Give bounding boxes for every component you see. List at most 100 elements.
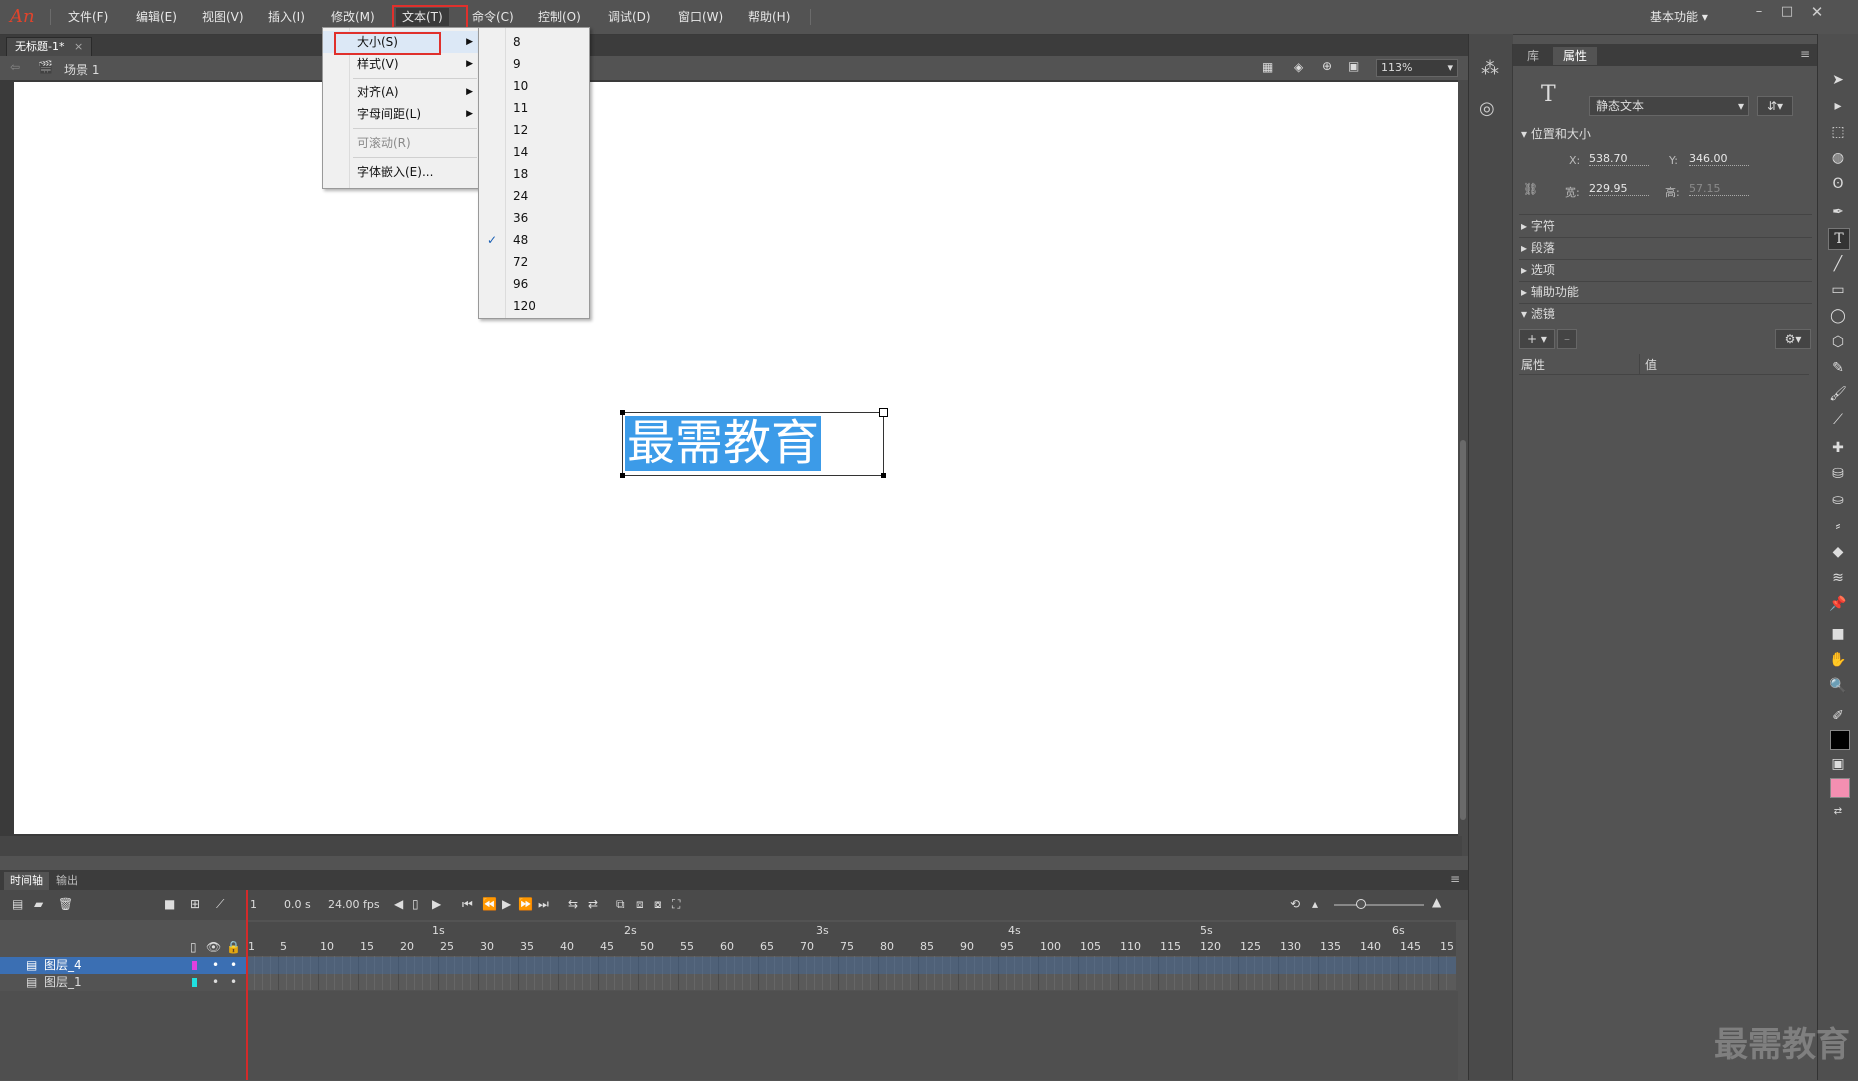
eraser-tool-icon[interactable]: ◆	[1828, 542, 1848, 562]
delete-layer-icon[interactable]: 🗑	[58, 897, 73, 911]
scroll-thumb[interactable]	[1460, 440, 1466, 820]
text-tool-icon[interactable]: T	[1828, 228, 1850, 250]
size-option[interactable]: 96	[479, 273, 589, 295]
hand-tool-icon[interactable]: ✋	[1828, 650, 1848, 670]
camera-tool-icon[interactable]: ■	[1828, 624, 1848, 644]
camera-icon[interactable]: ■	[164, 897, 175, 911]
lock-dot[interactable]: •	[230, 957, 237, 974]
lasso-tool-icon[interactable]: ʘ	[1828, 174, 1848, 194]
workspace-switcher[interactable]: 基本功能 ▾	[1650, 8, 1708, 25]
maximize-button[interactable]: □	[1776, 4, 1798, 20]
fill-color-icon[interactable]: ▣	[1828, 754, 1848, 774]
document-tab[interactable]: 无标题-1* ×	[6, 37, 93, 56]
pin-tool-icon[interactable]: 📌	[1828, 594, 1848, 614]
edit-scene-icon[interactable]: ▦	[1262, 60, 1273, 74]
subselection-tool-icon[interactable]: ▸	[1828, 96, 1848, 116]
pen-tool-icon[interactable]: ✒	[1828, 202, 1848, 222]
menu-window[interactable]: 窗口(W)	[672, 8, 729, 26]
panel-menu-icon[interactable]: ≡	[1800, 47, 1810, 61]
resize-handle[interactable]	[879, 408, 888, 417]
minimize-button[interactable]: –	[1748, 4, 1770, 20]
polystar-tool-icon[interactable]: ⬡	[1828, 332, 1848, 352]
tab-library[interactable]: 库	[1521, 47, 1545, 65]
menu-control[interactable]: 控制(O)	[532, 8, 587, 26]
insert-keyframe-icon[interactable]: ▯	[412, 897, 419, 911]
clip-content-icon[interactable]: ▣	[1348, 59, 1359, 73]
size-option[interactable]: 11	[479, 97, 589, 119]
menu-insert[interactable]: 插入(I)	[262, 8, 311, 26]
3d-rotation-tool-icon[interactable]: ◍	[1828, 148, 1848, 168]
filter-settings-button[interactable]: ⚙▾	[1775, 329, 1811, 349]
new-layer-icon[interactable]: ▤	[12, 897, 23, 911]
section-accessibility[interactable]: ▸ 辅助功能	[1521, 282, 1579, 302]
new-folder-icon[interactable]: ▰	[34, 897, 43, 911]
vertical-scrollbar[interactable]	[1458, 80, 1468, 856]
link-icon[interactable]: ⛓	[1523, 182, 1538, 196]
size-option[interactable]: 8	[479, 31, 589, 53]
resize-handle[interactable]	[620, 410, 625, 415]
line-tool-icon[interactable]: ╱	[1828, 254, 1848, 274]
play-icon[interactable]: ▶	[502, 897, 511, 911]
selected-text[interactable]: 最需教育	[625, 416, 822, 471]
selection-tool-icon[interactable]: ➤	[1828, 70, 1848, 90]
graph-icon[interactable]: ⟋	[216, 897, 224, 912]
oval-tool-icon[interactable]: ◯	[1828, 306, 1848, 326]
panel-menu-icon[interactable]: ≡	[1450, 872, 1460, 886]
x-field[interactable]	[1589, 152, 1649, 166]
previous-keyframe-icon[interactable]: ◀	[394, 897, 403, 911]
size-option[interactable]: 12	[479, 119, 589, 141]
ink-bottle-icon[interactable]: ⛀	[1828, 490, 1848, 510]
motion-presets-icon[interactable]: ⁂	[1481, 58, 1499, 79]
size-option[interactable]: 72	[479, 251, 589, 273]
rectangle-tool-icon[interactable]: ▭	[1828, 280, 1848, 300]
next-keyframe-icon[interactable]: ▶	[432, 897, 441, 911]
lock-dot[interactable]: •	[230, 974, 237, 991]
text-field[interactable]: 最需教育	[620, 408, 888, 478]
close-window-button[interactable]: ✕	[1806, 4, 1828, 20]
resize-handle[interactable]	[881, 473, 886, 478]
menu-file[interactable]: 文件(F)	[62, 8, 114, 26]
size-option[interactable]: 10	[479, 75, 589, 97]
resize-handle[interactable]	[620, 473, 625, 478]
section-filters[interactable]: ▾ 滤镜	[1521, 304, 1555, 324]
swap-colors-icon[interactable]: ⇄	[1828, 802, 1848, 822]
pencil-tool-icon[interactable]: ✎	[1828, 358, 1848, 378]
menu-edit[interactable]: 编辑(E)	[130, 8, 183, 26]
bone-tool-icon[interactable]: ✚	[1828, 438, 1848, 458]
layer-name[interactable]: 图层_4	[44, 957, 82, 974]
layer-name[interactable]: 图层_1	[44, 974, 82, 991]
text-type-select[interactable]: 静态文本 ▾	[1589, 96, 1749, 116]
width-tool-icon[interactable]: ≋	[1828, 568, 1848, 588]
y-field[interactable]	[1689, 152, 1749, 166]
center-stage-icon[interactable]: ⊕	[1322, 59, 1332, 73]
tab-properties[interactable]: 属性	[1553, 47, 1598, 65]
layer-row[interactable]: ▤ 图层_1 • •	[0, 974, 246, 991]
playhead[interactable]	[246, 890, 248, 1080]
tab-output[interactable]: 输出	[50, 872, 84, 890]
free-transform-tool-icon[interactable]: ⬚	[1828, 122, 1848, 142]
show-outline-icon[interactable]: ▯	[190, 940, 197, 954]
menu-commands[interactable]: 命令(C)	[466, 8, 520, 26]
paint-bucket-icon[interactable]: ⛁	[1828, 464, 1848, 484]
modify-markers-icon[interactable]: ⛶	[672, 897, 680, 912]
zoom-out-icon[interactable]: ▴	[1312, 897, 1318, 911]
fill-color-swatch[interactable]	[1830, 778, 1850, 798]
last-frame-icon[interactable]: ⏭	[538, 897, 549, 912]
text-orientation-select[interactable]: ⇵▾	[1757, 96, 1793, 116]
onion-skin-icon[interactable]: ⧉	[616, 897, 625, 912]
slider-thumb[interactable]	[1356, 899, 1366, 909]
back-arrow-icon[interactable]: ⇦	[10, 60, 20, 74]
eye-icon[interactable]: 👁	[206, 940, 221, 954]
stroke-color-swatch[interactable]	[1830, 730, 1850, 750]
close-tab-icon[interactable]: ×	[74, 40, 83, 53]
elapsed-time[interactable]: 0.0 s	[284, 898, 311, 911]
height-field[interactable]	[1689, 182, 1749, 196]
size-option[interactable]: 18	[479, 163, 589, 185]
parent-view-icon[interactable]: ⊞	[190, 897, 200, 911]
size-option[interactable]: 14	[479, 141, 589, 163]
edit-multiple-frames-icon[interactable]: ⧇	[654, 897, 662, 912]
size-option[interactable]: 24	[479, 185, 589, 207]
menu-item-font-embed[interactable]: 字体嵌入(E)...	[323, 161, 479, 183]
tab-timeline[interactable]: 时间轴	[4, 872, 49, 890]
menu-debug[interactable]: 调试(D)	[602, 8, 657, 26]
